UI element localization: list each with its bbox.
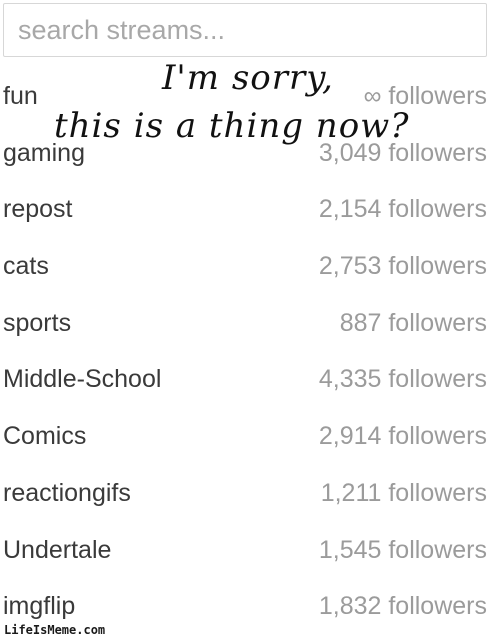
stream-row-repost[interactable]: repost 2,154 followers <box>0 183 500 240</box>
stream-follower-count: 1,545 followers <box>318 535 487 564</box>
stream-name: fun <box>3 82 38 110</box>
stream-row-gaming[interactable]: gaming 3,049 followers <box>0 127 500 184</box>
stream-name: imgflip <box>3 592 76 621</box>
stream-row-sports[interactable]: sports 887 followers <box>0 297 500 354</box>
stream-row-reactiongifs[interactable]: reactiongifs 1,211 followers <box>0 467 500 524</box>
stream-follower-count: ∞ followers <box>363 82 487 110</box>
stream-follower-count: 2,914 followers <box>318 422 487 451</box>
stream-follower-count: 1,832 followers <box>318 592 487 621</box>
stream-name: repost <box>3 195 73 224</box>
stream-row-undertale[interactable]: Undertale 1,545 followers <box>0 524 500 581</box>
stream-follower-count: 887 followers <box>339 308 487 337</box>
stream-follower-count: 1,211 followers <box>320 478 487 507</box>
stream-row-fun[interactable]: fun ∞ followers <box>0 70 500 127</box>
stream-name: Undertale <box>3 535 112 564</box>
stream-name: gaming <box>3 138 85 167</box>
stream-follower-count: 2,753 followers <box>318 252 487 281</box>
stream-list: fun ∞ followers gaming 3,049 followers r… <box>0 70 500 637</box>
stream-row-comics[interactable]: Comics 2,914 followers <box>0 410 500 467</box>
stream-follower-count: 3,049 followers <box>318 138 487 167</box>
stream-follower-count: 4,335 followers <box>318 365 487 394</box>
stream-name: cats <box>3 252 49 281</box>
stream-follower-count: 2,154 followers <box>318 195 487 224</box>
search-input[interactable] <box>4 4 486 56</box>
watermark: LifeIsMeme.com <box>4 623 106 637</box>
stream-name: reactiongifs <box>3 478 131 507</box>
stream-row-middle-school[interactable]: Middle-School 4,335 followers <box>0 353 500 410</box>
search-box[interactable] <box>3 3 487 57</box>
stream-name: Comics <box>3 422 87 451</box>
stream-name: sports <box>3 308 72 337</box>
stream-name: Middle-School <box>3 365 162 394</box>
stream-row-cats[interactable]: cats 2,753 followers <box>0 240 500 297</box>
